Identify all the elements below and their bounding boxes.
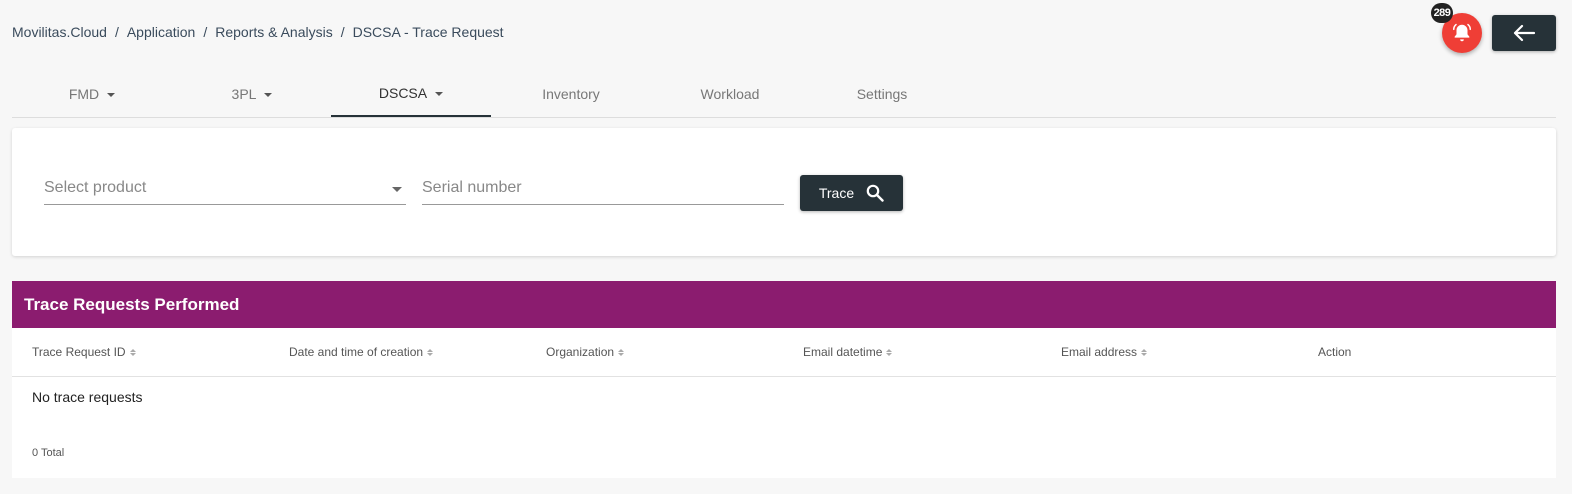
sort-icon [1141,348,1148,356]
product-select-placeholder: Select product [44,179,147,196]
breadcrumb-separator: / [203,24,208,40]
total-count: 0 Total [32,447,65,459]
breadcrumb-item-current: DSCSA - Trace Request [352,24,504,40]
tab-fmd[interactable]: FMD [12,70,172,117]
trace-button[interactable]: Trace [800,175,903,211]
notification-count-badge: 289 [1431,3,1453,23]
column-date-created[interactable]: Date and time of creation [289,345,434,359]
search-icon [866,184,884,202]
arrow-left-icon [1513,24,1536,42]
nav-tabs: FMD 3PL DSCSA Inventory Workload Setting… [12,70,1556,118]
column-email-address[interactable]: Email address [1061,345,1148,359]
tab-dscsa[interactable]: DSCSA [331,70,491,117]
tab-3pl[interactable]: 3PL [172,70,332,117]
tab-label: Inventory [542,85,600,102]
column-label: Date and time of creation [289,345,424,359]
column-label: Email datetime [803,345,883,359]
tab-inventory[interactable]: Inventory [491,70,651,117]
column-label: Trace Request ID [32,345,126,359]
sort-icon [129,348,136,356]
dropdown-caret-icon [392,187,402,192]
sort-icon [427,348,434,356]
table-header-row: Trace Request ID Date and time of creati… [12,328,1556,377]
column-label: Action [1318,345,1352,359]
tab-label: Settings [856,85,908,102]
breadcrumb-separator: / [340,24,345,40]
breadcrumb-item-application[interactable]: Application [127,24,196,40]
column-organization[interactable]: Organization [546,345,625,359]
breadcrumb: Movilitas.Cloud / Application / Reports … [12,24,504,40]
breadcrumb-item-movilitas[interactable]: Movilitas.Cloud [12,24,107,40]
column-action: Action [1318,345,1351,359]
product-select[interactable]: Select product [44,172,406,205]
back-button[interactable] [1492,15,1556,51]
trace-button-label: Trace [818,185,855,201]
breadcrumb-separator: / [114,24,119,40]
breadcrumb-item-reports[interactable]: Reports & Analysis [215,24,333,40]
tab-settings[interactable]: Settings [802,70,962,117]
sort-icon [886,348,893,356]
bell-icon [1453,23,1471,42]
empty-table-message: No trace requests [32,389,143,405]
trace-requests-table: Trace Requests Performed Trace Request I… [12,281,1556,478]
tab-label: DSCSA [378,84,428,101]
caret-down-icon [264,92,273,97]
table-title: Trace Requests Performed [12,281,1556,328]
column-email-datetime[interactable]: Email datetime [803,345,893,359]
tab-workload[interactable]: Workload [650,70,810,117]
tab-label: Workload [700,85,760,102]
caret-down-icon [107,92,116,97]
column-label: Organization [546,345,615,359]
tab-label: 3PL [231,85,257,102]
serial-number-input[interactable] [422,172,784,205]
caret-down-icon [435,91,444,96]
column-label: Email address [1061,345,1138,359]
tab-label: FMD [68,85,100,102]
column-trace-request-id[interactable]: Trace Request ID [32,345,136,359]
trace-search-card: Select product Trace [12,128,1556,256]
sort-icon [618,348,625,356]
